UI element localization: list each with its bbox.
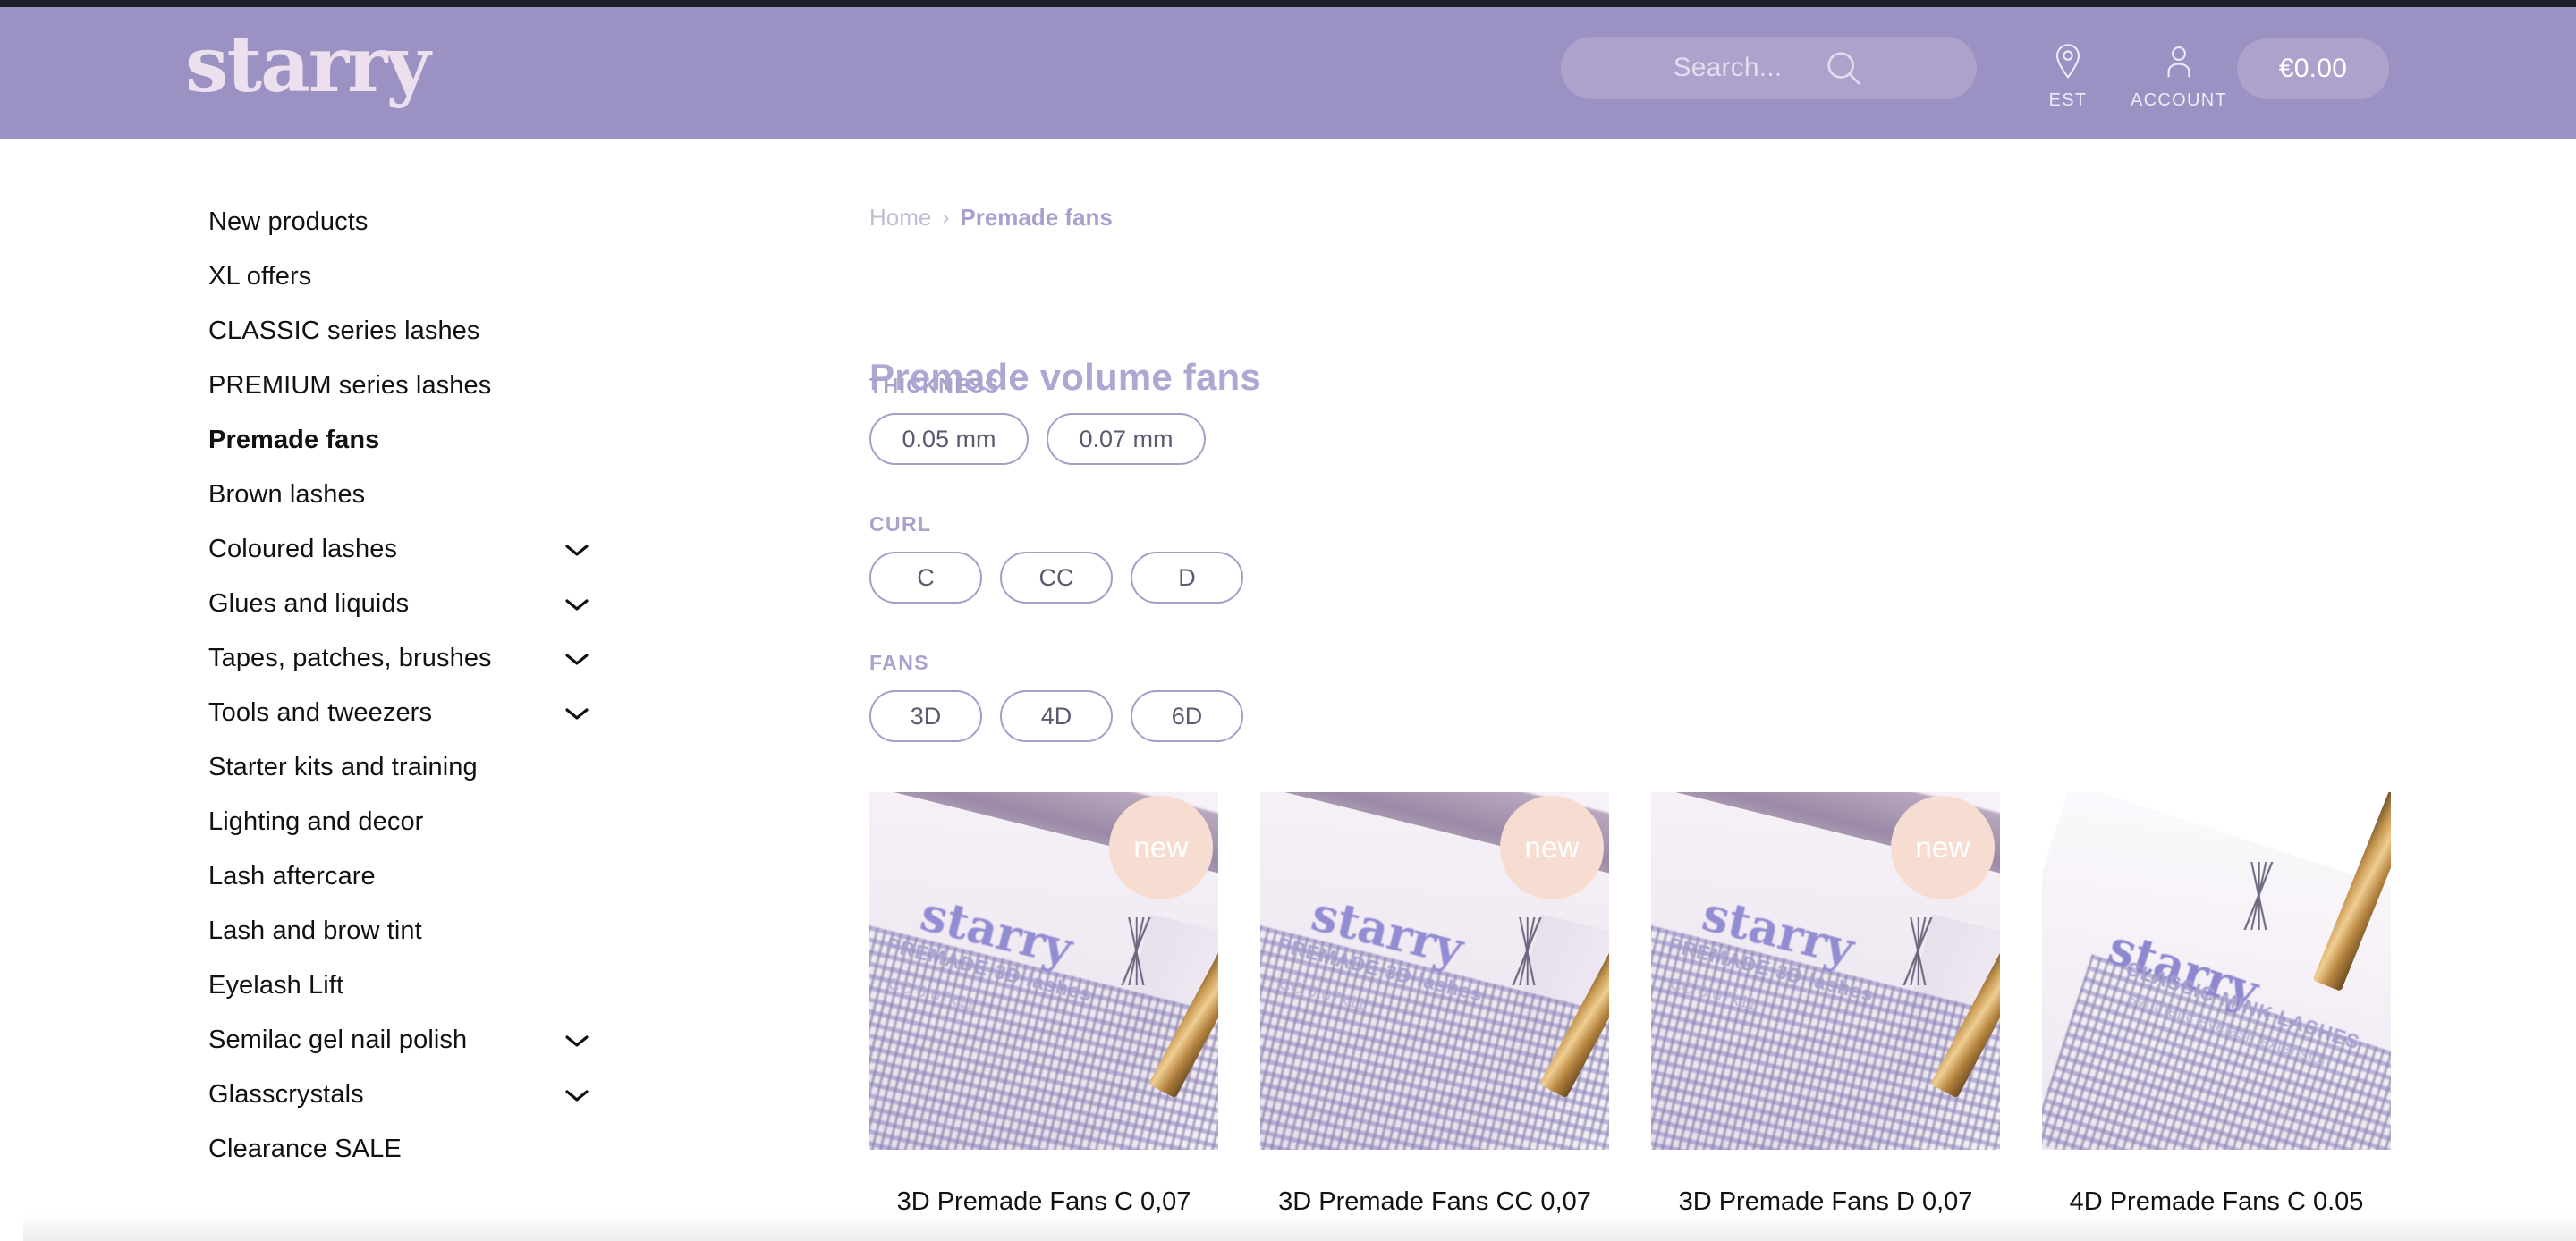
filter-group-fans: FANS 3D 4D 6D <box>869 651 1243 742</box>
sidebar-item-label: Premade fans <box>208 426 380 454</box>
product-image[interactable]: starry PREMADE 3D lashes CC 0,07x11 new <box>1651 792 2000 1150</box>
search-input[interactable]: Search... <box>1561 37 1977 99</box>
product-image[interactable]: starry CLASSIC MINK LASHES synthetic eyela… <box>2042 792 2391 1150</box>
sidebar-item-label: Lighting and decor <box>208 807 424 836</box>
chevron-down-icon[interactable] <box>564 536 590 563</box>
product-name[interactable]: 3D Premade Fans D 0,07 <box>1651 1187 2000 1217</box>
sidebar-item-premade-fans[interactable]: Premade fans <box>0 413 859 468</box>
sidebar-item-label: PREMIUM series lashes <box>208 371 492 400</box>
browser-chrome-top-edge <box>0 0 2576 7</box>
product-name[interactable]: 3D Premade Fans CC 0,07 <box>1260 1187 1609 1217</box>
status-badge-new: new <box>1109 796 1213 899</box>
sidebar-item-semilac-gel-nail-polish[interactable]: Semilac gel nail polish <box>0 1013 859 1068</box>
filter-option-thickness-0[interactable]: 0.05 mm <box>869 413 1029 465</box>
chevron-down-icon[interactable] <box>564 700 590 727</box>
user-icon <box>2162 43 2196 85</box>
product-name[interactable]: 3D Premade Fans C 0,07 <box>869 1187 1218 1217</box>
sidebar-item-label: XL offers <box>208 262 312 291</box>
sidebar-item-glasscrystals[interactable]: Glasscrystals <box>0 1068 859 1122</box>
filter-group-thickness: THICKNESS 0.05 mm 0.07 mm <box>869 374 1206 465</box>
sidebar-item-glues-and-liquids[interactable]: Glues and liquids <box>0 577 859 631</box>
sidebar-item-premium-series-lashes[interactable]: PREMIUM series lashes <box>0 359 859 413</box>
filter-options-curl: C CC D <box>869 552 1243 604</box>
sidebar-item-label: Semilac gel nail polish <box>208 1026 468 1054</box>
sidebar-item-lash-and-brow-tint[interactable]: Lash and brow tint <box>0 904 859 958</box>
sidebar-item-tapes-patches-brushes[interactable]: Tapes, patches, brushes <box>0 631 859 686</box>
breadcrumb-current: Premade fans <box>960 204 1113 231</box>
browser-window-corner <box>0 1214 23 1241</box>
sidebar-item-label: Coloured lashes <box>208 535 398 563</box>
product-card[interactable]: starry CLASSIC MINK LASHES synthetic eyela… <box>2042 792 2391 1217</box>
chevron-down-icon[interactable] <box>564 646 590 672</box>
sidebar-item-label: Lash and brow tint <box>208 916 422 945</box>
sidebar-item-label: CLASSIC series lashes <box>208 317 480 345</box>
product-card[interactable]: starry PREMADE 3D lashes CC 0,07x11 new 3D P… <box>1651 792 2000 1217</box>
filter-options-thickness: 0.05 mm 0.07 mm <box>869 413 1206 465</box>
sidebar-item-eyelash-lift[interactable]: Eyelash Lift <box>0 958 859 1013</box>
sidebar-item-lash-aftercare[interactable]: Lash aftercare <box>0 849 859 904</box>
sidebar-item-label: Eyelash Lift <box>208 971 344 1000</box>
filter-group-curl: CURL C CC D <box>869 512 1243 604</box>
filter-option-thickness-1[interactable]: 0.07 mm <box>1046 413 1206 465</box>
sidebar-item-starter-kits-and-training[interactable]: Starter kits and training <box>0 740 859 795</box>
breadcrumb: Home › Premade fans <box>869 204 1113 232</box>
sidebar-item-clearance-sale[interactable]: Clearance SALE <box>0 1122 859 1177</box>
chevron-down-icon[interactable] <box>564 591 590 618</box>
sidebar-item-coloured-lashes[interactable]: Coloured lashes <box>0 522 859 577</box>
sidebar-item-label: Glasscrystals <box>208 1080 364 1109</box>
location-selector[interactable]: EST <box>2032 43 2104 111</box>
location-pin-icon <box>2051 43 2085 85</box>
chevron-down-icon[interactable] <box>564 1027 590 1054</box>
filter-label: FANS <box>869 651 929 674</box>
page-bottom-edge <box>0 1214 2576 1241</box>
sidebar-item-label: New products <box>208 207 369 236</box>
location-label: EST <box>2048 90 2088 110</box>
product-card[interactable]: starry PREMADE 3D lashes CC 0,07x11 new 3D P… <box>1260 792 1609 1217</box>
filter-option-fans-0[interactable]: 3D <box>869 690 982 742</box>
search-icon[interactable] <box>1823 47 1864 89</box>
filter-label: THICKNESS <box>869 374 1000 397</box>
product-name[interactable]: 4D Premade Fans C 0.05 <box>2042 1187 2391 1217</box>
product-card[interactable]: starry PREMADE 3D lashes CC 0,07x11 new 3D P… <box>869 792 1218 1217</box>
account-label: ACCOUNT <box>2131 90 2227 110</box>
site-header: starry Search... EST ACCOUNT €0.00 <box>0 7 2576 139</box>
cart-button[interactable]: €0.00 <box>2237 38 2389 99</box>
sidebar-item-xl-offers[interactable]: XL offers <box>0 249 859 304</box>
breadcrumb-separator-icon: › <box>942 205 950 230</box>
sidebar-item-tools-and-tweezers[interactable]: Tools and tweezers <box>0 686 859 740</box>
sidebar-item-label: Tools and tweezers <box>208 698 433 727</box>
sidebar-item-label: Glues and liquids <box>208 589 410 618</box>
breadcrumb-home[interactable]: Home <box>869 204 931 232</box>
sidebar-item-label: Brown lashes <box>208 480 366 509</box>
sidebar-item-new-products[interactable]: New products <box>0 195 859 249</box>
filter-option-curl-1[interactable]: CC <box>1000 552 1113 604</box>
search-placeholder: Search... <box>1673 53 1783 82</box>
filter-option-curl-0[interactable]: C <box>869 552 982 604</box>
account-button[interactable]: ACCOUNT <box>2107 43 2250 111</box>
filter-option-curl-2[interactable]: D <box>1131 552 1243 604</box>
filter-option-fans-1[interactable]: 4D <box>1000 690 1113 742</box>
status-badge-new: new <box>1500 796 1604 899</box>
product-image[interactable]: starry PREMADE 3D lashes CC 0,07x11 new <box>1260 792 1609 1150</box>
lash-tray-illustration: starry CLASSIC MINK LASHES synthetic eyela… <box>2042 792 2391 1150</box>
filter-label: CURL <box>869 512 932 536</box>
chevron-down-icon[interactable] <box>564 1082 590 1109</box>
sidebar-item-label: Clearance SALE <box>208 1135 402 1163</box>
sidebar-item-lighting-and-decor[interactable]: Lighting and decor <box>0 795 859 849</box>
product-image[interactable]: starry PREMADE 3D lashes CC 0,07x11 new <box>869 792 1218 1150</box>
filter-options-fans: 3D 4D 6D <box>869 690 1243 742</box>
sidebar-navigation: New products XL offers CLASSIC series lash… <box>0 139 859 1177</box>
sidebar-item-label: Lash aftercare <box>208 862 376 891</box>
product-grid: starry PREMADE 3D lashes CC 0,07x11 new 3D P… <box>869 792 2391 1217</box>
sidebar-item-label: Starter kits and training <box>208 753 478 781</box>
status-badge-new: new <box>1891 796 1995 899</box>
sidebar-item-brown-lashes[interactable]: Brown lashes <box>0 468 859 522</box>
sidebar-item-label: Tapes, patches, brushes <box>208 644 492 672</box>
site-logo[interactable]: starry <box>185 27 430 104</box>
filter-option-fans-2[interactable]: 6D <box>1131 690 1243 742</box>
sidebar-item-classic-series-lashes[interactable]: CLASSIC series lashes <box>0 304 859 359</box>
